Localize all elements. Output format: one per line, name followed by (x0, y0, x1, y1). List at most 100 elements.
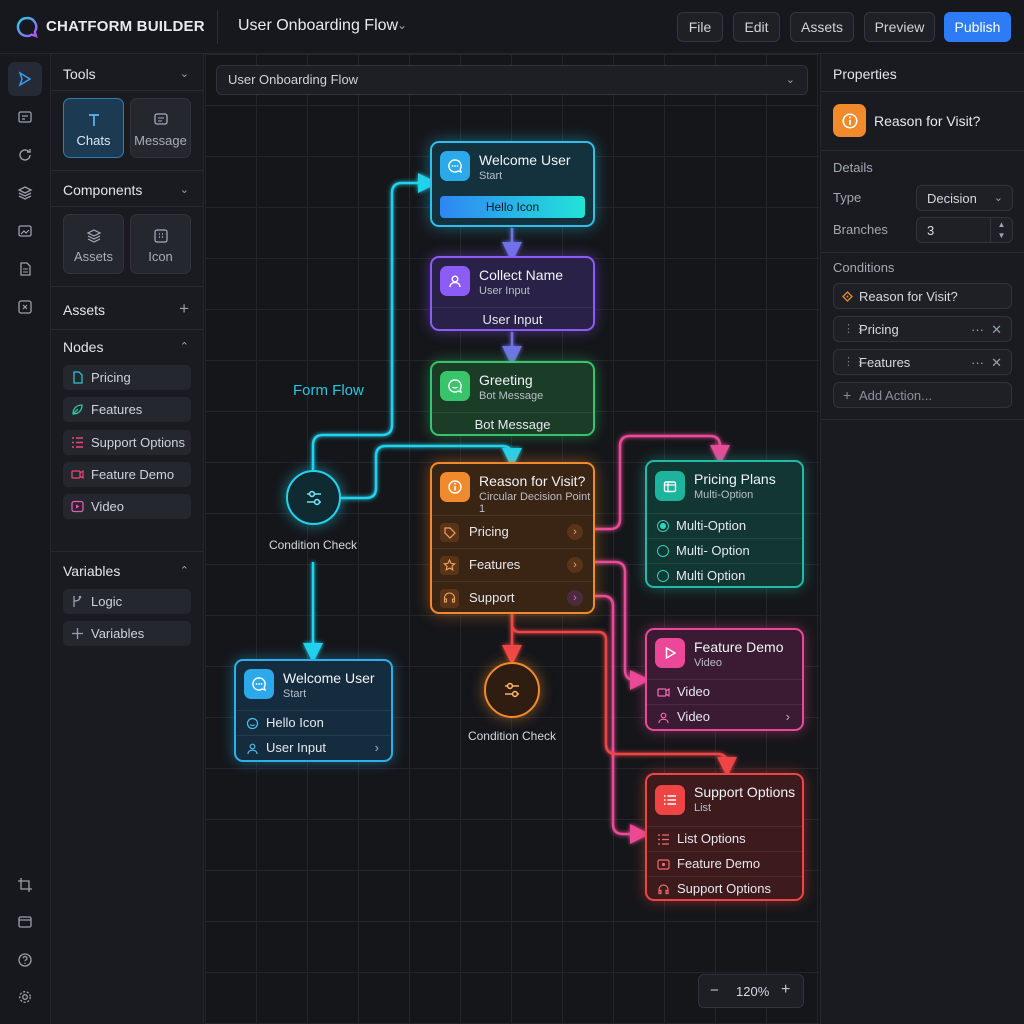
condition-item[interactable]: ⋮⋮ Pricing ··· ✕ (833, 316, 1012, 342)
condition-item[interactable]: ⋮⋮ Features ··· ✕ (833, 349, 1012, 375)
node-title: Pricing Plans (694, 471, 776, 487)
node-header: Collect Name User Input (432, 258, 593, 307)
node-welcome-user[interactable]: Welcome User Start Hello Icon User Input… (234, 659, 393, 762)
zoom-in-icon[interactable]: + (781, 981, 790, 999)
condition-check-node[interactable] (286, 470, 341, 525)
close-icon[interactable]: ✕ (991, 350, 1002, 375)
chevron-right-icon: › (374, 740, 379, 755)
node-title: Collect Name (479, 267, 564, 283)
row-label: List Options (677, 831, 746, 846)
close-icon[interactable]: ✕ (991, 317, 1002, 342)
node-header: Greeting Bot Message (432, 363, 593, 412)
node-reason-for-visit[interactable]: Reason for Visit? Circular Decision Poin… (430, 462, 595, 614)
radio-icon (657, 570, 669, 582)
add-action-label: Add Action... (859, 388, 932, 403)
conditions-heading: Conditions (833, 260, 895, 275)
row-label: Video (677, 684, 711, 699)
option-row-support[interactable]: Support › (432, 581, 593, 612)
node-row[interactable]: Video › (647, 704, 802, 729)
node-row[interactable]: Feature Demo (647, 851, 802, 876)
form-flow-label: Form Flow (293, 382, 364, 399)
chevron-right-icon[interactable]: › (567, 524, 583, 540)
radio-option[interactable]: Multi-Option (647, 513, 802, 538)
node-title: Welcome User (283, 670, 375, 686)
node-subtitle: List (694, 802, 712, 814)
radio-label: Multi- Option (676, 543, 750, 558)
node-feature-demo[interactable]: Feature Demo Video Video Video › (645, 628, 804, 731)
info-icon (440, 472, 470, 502)
chevron-down-icon: ⌄ (993, 192, 1003, 204)
row-label: User Input (266, 740, 326, 755)
option-row-pricing[interactable]: Pricing › (432, 515, 593, 548)
node-title: Greeting (479, 372, 533, 388)
headset-icon (440, 589, 459, 608)
branches-stepper[interactable]: 3 ▲ ▼ (916, 217, 1013, 243)
node-title: Reason for Visit? (479, 473, 586, 489)
user-icon (247, 743, 258, 755)
node-collect-name[interactable]: Collect Name User Input User Input (430, 256, 595, 331)
option-label: Support (469, 590, 515, 605)
condition-check-label: Condition Check (268, 538, 358, 552)
details-heading: Details (833, 160, 873, 175)
drag-handle-icon[interactable]: ⋮⋮ (843, 317, 865, 342)
row-label: Video (677, 709, 711, 724)
node-header: Feature Demo Video (647, 630, 802, 679)
headset-icon (658, 884, 669, 895)
chevron-right-icon[interactable]: › (567, 557, 583, 573)
branches-label: Branches (833, 222, 888, 237)
node-greeting[interactable]: Greeting Bot Message Bot Message (430, 361, 595, 436)
branches-value: 3 (927, 223, 935, 238)
node-row[interactable]: List Options (647, 826, 802, 851)
node-row[interactable]: User Input › (236, 735, 391, 760)
node-subtitle: Start (283, 688, 307, 700)
message-icon (440, 371, 470, 401)
divider (821, 150, 1024, 151)
chevron-right-icon: › (785, 709, 790, 724)
more-icon[interactable]: ··· (971, 317, 984, 342)
node-row: User Input (432, 307, 593, 329)
zoom-control: − 120% + (698, 974, 804, 1008)
properties-heading: Properties (833, 66, 897, 82)
condition-check-label: Condition Check (467, 729, 557, 743)
condition-item[interactable]: Reason for Visit? (833, 283, 1012, 309)
more-icon[interactable]: ··· (971, 350, 984, 375)
row-label: Hello Icon (266, 715, 324, 730)
node-subtitle: Bot Message (479, 390, 544, 402)
node-pricing-plans[interactable]: Pricing Plans Multi-Option Multi-Option … (645, 460, 804, 588)
add-action-button[interactable]: + Add Action... (833, 382, 1012, 408)
node-welcome-user[interactable]: Welcome User Start Hello Icon (430, 141, 595, 227)
node-title: Welcome User (479, 152, 571, 168)
condition-check-node[interactable] (484, 662, 540, 718)
node-row[interactable]: Video (647, 679, 802, 704)
zoom-out-icon[interactable]: − (710, 982, 719, 999)
chevron-right-icon[interactable]: › (567, 590, 583, 606)
node-row: Bot Message (432, 412, 593, 434)
image-icon (657, 859, 670, 870)
node-subtitle: Circular Decision Point 1 (479, 491, 591, 515)
stepper-arrows-icon[interactable]: ▲ ▼ (990, 218, 1012, 242)
tag-icon (440, 523, 459, 542)
option-row-features[interactable]: Features › (432, 548, 593, 581)
node-header: Welcome User Start (432, 143, 593, 187)
info-icon (833, 104, 866, 137)
node-support-options[interactable]: Support Options List List Options Featur… (645, 773, 804, 901)
node-row[interactable]: Support Options (647, 876, 802, 899)
node-header: Support Options List (647, 775, 802, 826)
condition-label: Features (859, 355, 911, 370)
node-title: Feature Demo (694, 639, 784, 655)
divider (821, 252, 1024, 253)
hello-icon-button[interactable]: Hello Icon (440, 196, 585, 218)
drag-handle-icon[interactable]: ⋮⋮ (843, 350, 865, 375)
zoom-level: 120% (736, 984, 770, 999)
chat-bubble-icon (440, 151, 470, 181)
node-row[interactable]: Hello Icon (236, 710, 391, 735)
type-select[interactable]: Decision ⌄ (916, 185, 1013, 211)
node-subtitle: Multi-Option (694, 489, 754, 501)
radio-option[interactable]: Multi Option (647, 563, 802, 586)
properties-panel: Properties Reason for Visit? Details Typ… (820, 54, 1024, 1024)
list-icon (658, 834, 669, 845)
video-icon (657, 687, 670, 698)
row-label: Support Options (677, 881, 771, 896)
radio-option[interactable]: Multi- Option (647, 538, 802, 563)
option-label: Features (469, 557, 521, 572)
